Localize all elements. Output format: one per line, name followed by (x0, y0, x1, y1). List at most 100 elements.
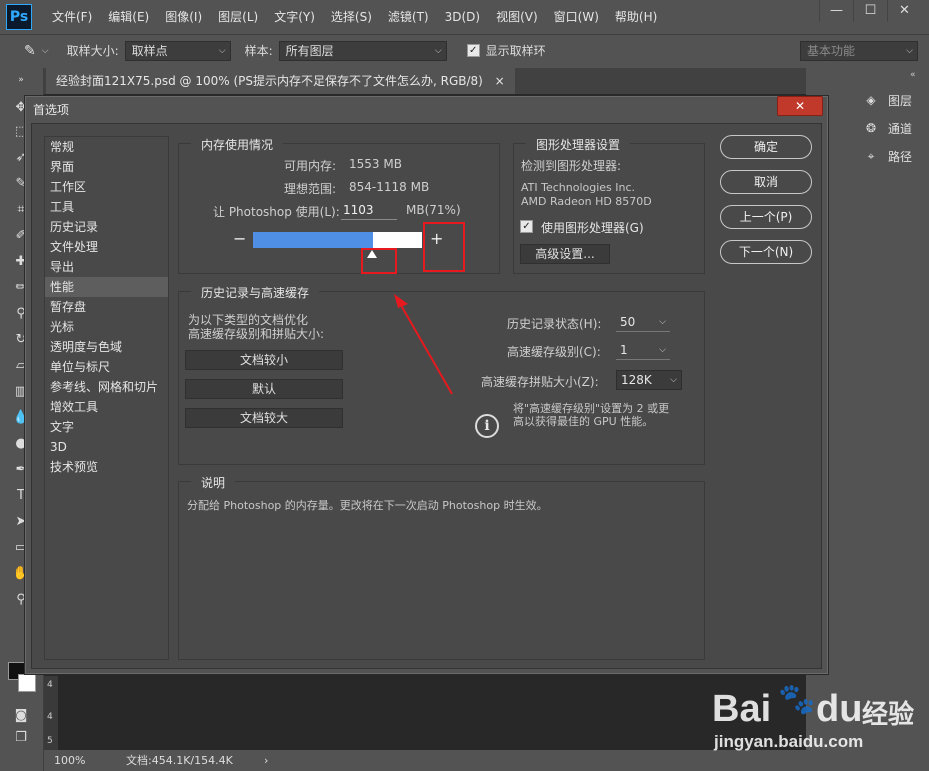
history-states-label: 历史记录状态(H): (507, 317, 602, 331)
description-text: 分配给 Photoshop 的内存量。更改将在下一次启动 Photoshop 时… (187, 499, 548, 512)
show-ring-checkbox[interactable]: ✓ (466, 44, 480, 57)
category-transparency[interactable]: 透明度与色域 (45, 337, 168, 357)
sample-value: 所有图层 (285, 43, 334, 58)
screen-mode-icon[interactable]: ❐ (12, 730, 30, 746)
category-file-handling[interactable]: 文件处理 (45, 237, 168, 257)
menu-view[interactable]: 视图(V) (488, 0, 546, 34)
sample-select[interactable]: 所有图层 ⌵ (278, 40, 447, 61)
history-states-select[interactable]: 50 ⌵ (616, 312, 670, 332)
use-gpu-checkbox[interactable]: ✓ (520, 220, 533, 233)
dialog-title: 首选项 (33, 103, 70, 117)
memory-unit-label: MB(71%) (406, 203, 461, 217)
info-icon: i (475, 414, 499, 438)
close-window-icon[interactable]: ✕ (887, 0, 921, 22)
watermark-cn: 经验 (862, 700, 915, 730)
memory-slider-track[interactable] (253, 232, 422, 248)
category-tools[interactable]: 工具 (45, 197, 168, 217)
cancel-button[interactable]: 取消 (720, 170, 812, 194)
memory-slider-fill (253, 232, 373, 248)
category-interface[interactable]: 界面 (45, 157, 168, 177)
watermark-brand: Bai (712, 688, 772, 730)
tab-close-icon[interactable]: × (495, 74, 505, 88)
advanced-settings-button[interactable]: 高级设置... (520, 244, 610, 264)
ruler-mark: 4 (47, 712, 53, 722)
category-cursors[interactable]: 光标 (45, 317, 168, 337)
document-tab[interactable]: 经验封面121X75.psd @ 100% (PS提示内存不足保存不了文件怎么办… (46, 68, 515, 94)
prev-button[interactable]: 上一个(P) (720, 205, 812, 229)
menu-window[interactable]: 窗口(W) (546, 0, 607, 34)
maximize-icon[interactable]: ☐ (853, 0, 887, 22)
cache-levels-label: 高速缓存级别(C): (507, 345, 601, 359)
menu-bar: Ps 文件(F) 编辑(E) 图像(I) 图层(L) 文字(Y) 选择(S) 滤… (0, 0, 929, 34)
menu-select[interactable]: 选择(S) (323, 0, 380, 34)
watermark-url: jingyan.baidu.com (714, 732, 864, 751)
menu-file[interactable]: 文件(F) (44, 0, 100, 34)
memory-group-title: 内存使用情况 (191, 136, 284, 153)
dropdown-arrow-icon: ⌵ (218, 45, 226, 56)
gpu-vendor: ATI Technologies Inc. (521, 181, 636, 194)
document-tab-title: 经验封面121X75.psd @ 100% (PS提示内存不足保存不了文件怎么办… (56, 74, 483, 88)
category-3d[interactable]: 3D (45, 437, 168, 457)
panel-layers[interactable]: ◈ 图层 (850, 86, 925, 114)
menu-image[interactable]: 图像(I) (157, 0, 210, 34)
ruler-mark: 4 (47, 680, 53, 690)
available-memory-label: 可用内存: (284, 159, 337, 173)
category-units-rulers[interactable]: 单位与标尺 (45, 357, 168, 377)
decrease-memory-button[interactable]: − (233, 229, 246, 248)
large-docs-button[interactable]: 文档较大 (185, 408, 343, 428)
category-plugins[interactable]: 增效工具 (45, 397, 168, 417)
document-info: 文档:454.1K/154.4K (126, 754, 233, 767)
tile-size-select[interactable]: 128K ⌵ (616, 370, 682, 390)
panel-channels[interactable]: ❂ 通道 (850, 114, 925, 142)
collapse-icon[interactable]: » (12, 72, 30, 88)
ok-button[interactable]: 确定 (720, 135, 812, 159)
dialog-close-button[interactable]: ✕ (777, 96, 823, 116)
annotation-plus-box (423, 222, 465, 272)
memory-use-input[interactable]: 1103 (341, 201, 397, 220)
document-tab-bar: 经验封面121X75.psd @ 100% (PS提示内存不足保存不了文件怎么办… (44, 68, 806, 94)
workspace-select[interactable]: 基本功能 ⌵ (800, 41, 918, 61)
tile-size-value: 128K (621, 373, 652, 387)
menu-type[interactable]: 文字(Y) (266, 0, 323, 34)
panel-icons: ◈ 图层 ❂ 通道 ⌖ 路径 (850, 86, 925, 170)
panel-paths[interactable]: ⌖ 路径 (850, 142, 925, 170)
category-history[interactable]: 历史记录 (45, 217, 168, 237)
dropdown-arrow-icon: ⌵ (670, 375, 677, 385)
default-button[interactable]: 默认 (185, 379, 343, 399)
menu-3d[interactable]: 3D(D) (437, 0, 488, 34)
category-workspace[interactable]: 工作区 (45, 177, 168, 197)
small-docs-button[interactable]: 文档较小 (185, 350, 343, 370)
options-bar: ✎ ⌵ 取样大小: 取样点 ⌵ 样本: 所有图层 ⌵ ✓ 显示取样环 基本功能 ⌵ (0, 34, 929, 66)
annotation-arrow (394, 294, 453, 395)
menu-layer[interactable]: 图层(L) (210, 0, 266, 34)
available-memory-value: 1553 MB (349, 157, 402, 171)
quick-mask-icon[interactable]: ◙ (12, 708, 30, 724)
menu-help[interactable]: 帮助(H) (607, 0, 665, 34)
channels-icon: ❂ (865, 121, 877, 135)
panel-layers-label: 图层 (888, 93, 913, 108)
chevron-down-icon[interactable]: ⌵ (42, 46, 49, 56)
chevron-right-icon[interactable]: › (264, 750, 268, 771)
menu-filter[interactable]: 滤镜(T) (380, 0, 437, 34)
category-guides-grid[interactable]: 参考线、网格和切片 (45, 377, 168, 397)
category-general[interactable]: 常规 (45, 137, 168, 157)
minimize-icon[interactable]: — (819, 0, 853, 22)
category-type[interactable]: 文字 (45, 417, 168, 437)
category-tech-preview[interactable]: 技术预览 (45, 457, 168, 477)
category-performance[interactable]: 性能 (45, 277, 168, 297)
sample-size-select[interactable]: 取样点 ⌵ (124, 40, 231, 61)
next-button[interactable]: 下一个(N) (720, 240, 812, 264)
eyedropper-icon[interactable]: ✎ (24, 43, 36, 59)
background-color-swatch[interactable] (18, 674, 36, 692)
cache-levels-select[interactable]: 1 ⌵ (616, 340, 670, 360)
collapse-panels-icon[interactable]: « (910, 70, 916, 80)
layers-icon: ◈ (866, 93, 876, 107)
gpu-model: AMD Radeon HD 8570D (521, 195, 652, 208)
category-scratch-disks[interactable]: 暂存盘 (45, 297, 168, 317)
dropdown-arrow-icon: ⌵ (659, 317, 666, 327)
menu-edit[interactable]: 编辑(E) (100, 0, 157, 34)
ideal-range-value: 854-1118 MB (349, 180, 430, 194)
category-export[interactable]: 导出 (45, 257, 168, 277)
cache-levels-value: 1 (620, 343, 628, 357)
zoom-level[interactable]: 100% (54, 750, 85, 771)
